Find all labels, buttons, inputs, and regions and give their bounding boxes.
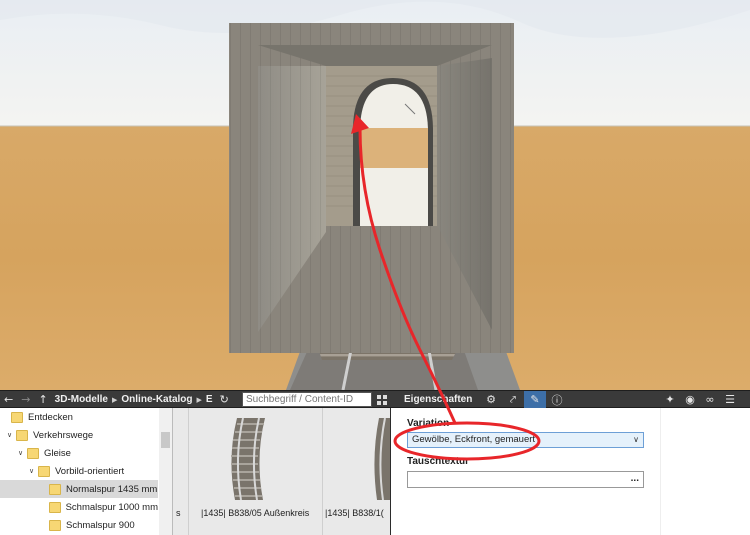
axes-icon[interactable]: ⤤: [502, 391, 524, 408]
properties-side-panel: [660, 408, 750, 535]
catalog-tree: Entdecken ∨ Verkehrswege ∨ Gleise ∨ Vorb…: [0, 408, 172, 535]
tree-item-schmalspur-1000[interactable]: Schmalspur 1000 mm: [0, 498, 158, 516]
variation-select[interactable]: Gewölbe, Eckfront, gemauert ∨: [407, 432, 644, 448]
chevron-down-icon[interactable]: ∨: [27, 467, 36, 475]
variation-value: Gewölbe, Eckfront, gemauert: [412, 434, 536, 445]
browse-button[interactable]: ...: [631, 472, 639, 485]
folder-icon: [49, 483, 61, 495]
gear-icon[interactable]: ⚙: [480, 391, 502, 408]
brush-icon[interactable]: ✎: [524, 391, 546, 408]
eye-icon[interactable]: ◉: [680, 391, 700, 408]
chevron-down-icon[interactable]: ∨: [5, 431, 14, 439]
catalog-tile-b838-10[interactable]: |1435| B838/1(: [323, 408, 390, 535]
tree-item-label: Schmalspur 1000 mm: [65, 501, 158, 513]
track-thumbnail: [374, 417, 390, 501]
tree-item-entdecken[interactable]: Entdecken: [0, 408, 158, 426]
catalog-tile-b838-05[interactable]: |1435| B838/05 Außenkreis: [189, 408, 321, 535]
chevron-down-icon[interactable]: ∨: [16, 449, 25, 457]
tree-item-vorbild-orientiert[interactable]: ∨ Vorbild-orientiert: [0, 462, 158, 480]
tree-item-label: Normalspur 1435 mm: [66, 483, 158, 495]
tree-scrollbar[interactable]: [159, 408, 172, 535]
breadcrumb-e[interactable]: E: [203, 394, 216, 405]
arrow-left-icon[interactable]: ←: [0, 391, 17, 408]
menu-icon[interactable]: ☰: [720, 391, 740, 408]
refresh-icon[interactable]: ↻: [216, 391, 233, 408]
texture-field[interactable]: ...: [407, 471, 644, 488]
scrollbar-thumb[interactable]: [161, 432, 170, 448]
link-icon[interactable]: ∞: [700, 391, 720, 408]
tree-item-label: Schmalspur 900: [66, 519, 135, 531]
tree-item-verkehrswege[interactable]: ∨ Verkehrswege: [0, 426, 158, 444]
breadcrumb-separator-icon: ▶: [196, 396, 202, 404]
tree-item-label: Vorbild-orientiert: [55, 465, 125, 477]
tree-item-label: Gleise: [44, 447, 71, 459]
tree-item-gleise[interactable]: ∨ Gleise: [0, 444, 158, 462]
properties-title: Eigenschaften: [404, 394, 473, 405]
arrow-up-icon[interactable]: ↑: [34, 391, 51, 408]
breadcrumb-online-katalog[interactable]: Online-Katalog: [118, 394, 195, 405]
search-input[interactable]: [242, 392, 372, 407]
tree-item-label: Entdecken: [28, 411, 73, 423]
catalog-tile-label: |1435| B838/05 Außenkreis: [201, 508, 310, 518]
texture-label: Tauschtextur: [407, 456, 470, 467]
folder-icon: [11, 411, 23, 423]
breadcrumb-3d-modelle[interactable]: 3D-Modelle: [52, 394, 111, 405]
tree-item-label: Verkehrswege: [33, 429, 94, 441]
breadcrumb-separator-icon: ▶: [112, 396, 118, 404]
grid-view-icon[interactable]: [375, 392, 389, 407]
arrow-right-icon[interactable]: →: [17, 391, 34, 408]
folder-icon: [38, 465, 50, 477]
chevron-down-icon[interactable]: ∨: [633, 433, 639, 447]
folder-icon: [16, 429, 28, 441]
folder-icon: [48, 501, 61, 513]
properties-panel: Variation Gewölbe, Eckfront, gemauert ∨ …: [391, 408, 660, 535]
folder-icon: [27, 447, 39, 459]
catalog-tile-label: |1435| B838/1(: [325, 508, 384, 518]
pin-icon[interactable]: ✦: [660, 391, 680, 408]
folder-icon: [49, 519, 61, 531]
catalog-content: s |1435| B838/05 Außenkreis |1435| B838/…: [172, 408, 390, 535]
toolbar: ← → ↑ 3D-Modelle ▶ Online-Katalog ▶ E ↻ …: [0, 390, 750, 408]
info-icon[interactable]: ⓘ: [546, 391, 568, 408]
3d-viewport[interactable]: [0, 0, 750, 390]
tree-item-schmalspur-900[interactable]: Schmalspur 900: [0, 516, 158, 534]
track-thumbnail: [231, 417, 265, 501]
catalog-tile-label[interactable]: s: [176, 508, 181, 518]
tree-item-normalspur[interactable]: Normalspur 1435 mm: [0, 480, 158, 498]
variation-label: Variation: [407, 418, 450, 429]
